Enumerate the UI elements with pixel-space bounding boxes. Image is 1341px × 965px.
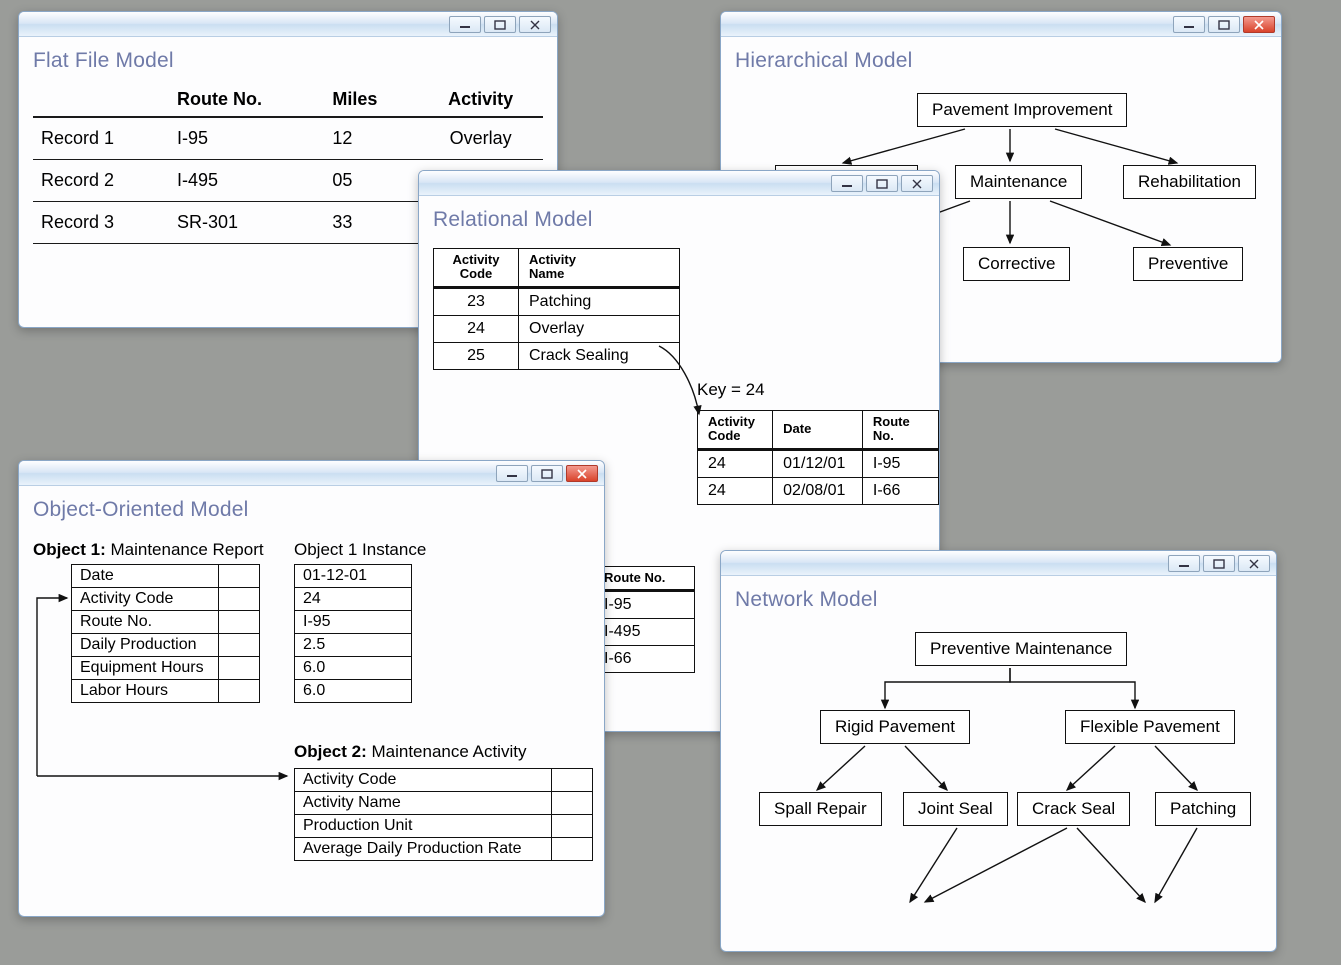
minimize-button[interactable] [496, 465, 528, 482]
col-activity-code: ActivityCode [434, 249, 519, 288]
titlebar [721, 12, 1281, 37]
instance-heading: Object 1 Instance [294, 540, 426, 560]
table-row: 23Patching [434, 287, 680, 315]
maximize-button[interactable] [1208, 16, 1240, 33]
col-activity-code: ActivityCode [698, 411, 773, 450]
ff-head-activity: Activity [418, 83, 543, 117]
close-button[interactable] [1243, 16, 1275, 33]
maximize-button[interactable] [866, 175, 898, 192]
close-button[interactable] [566, 465, 598, 482]
node-spall: Spall Repair [759, 792, 882, 826]
minimize-button[interactable] [1168, 555, 1200, 572]
obj1-instance: 01-12-01 24 I-95 2.5 6.0 6.0 [294, 564, 412, 703]
node-patching: Patching [1155, 792, 1251, 826]
table-row: I-495 [594, 619, 695, 646]
table-row: 24Overlay [434, 315, 680, 342]
node-root: Pavement Improvement [917, 93, 1127, 127]
route-table: Route No. I-95 I-495 I-66 [593, 566, 695, 673]
col-route: Route No. [862, 411, 938, 450]
close-button[interactable] [1238, 555, 1270, 572]
node-rigid: Rigid Pavement [820, 710, 970, 744]
table-row: 25Crack Sealing [434, 342, 680, 369]
node-flexible: Flexible Pavement [1065, 710, 1235, 744]
relational-title: Relational Model [433, 208, 925, 232]
titlebar [19, 461, 604, 486]
maximize-button[interactable] [531, 465, 563, 482]
flatfile-title: Flat File Model [33, 49, 543, 73]
col-activity-name: ActivityName [519, 249, 680, 288]
obj1-heading: Object 1: Maintenance Report [33, 540, 264, 560]
window-controls [449, 16, 551, 33]
table-row: 2401/12/01I-95 [698, 449, 939, 477]
ff-head-route: Route No. [169, 83, 324, 117]
table-row: Record 1I-9512Overlay [33, 117, 543, 160]
maximize-button[interactable] [1203, 555, 1235, 572]
window-controls [1168, 555, 1270, 572]
key-label: Key = 24 [697, 380, 765, 400]
col-date: Date [773, 411, 863, 450]
oo-title: Object-Oriented Model [33, 498, 590, 522]
table-row: 2402/08/01I-66 [698, 477, 939, 504]
network-title: Network Model [735, 588, 1262, 612]
titlebar [721, 551, 1276, 576]
object-oriented-window: Object-Oriented Model Object 1: Maintena… [18, 460, 605, 917]
node-maintenance: Maintenance [955, 165, 1082, 199]
event-table: ActivityCode Date Route No. 2401/12/01I-… [697, 410, 939, 505]
window-controls [1173, 16, 1275, 33]
window-controls [831, 175, 933, 192]
node-crackseal: Crack Seal [1017, 792, 1130, 826]
node-root: Preventive Maintenance [915, 632, 1127, 666]
obj1-fields: Date Activity Code Route No. Daily Produ… [71, 564, 260, 703]
maximize-button[interactable] [484, 16, 516, 33]
ff-head-blank [33, 83, 169, 117]
node-preventive: Preventive [1133, 247, 1243, 281]
node-corrective: Corrective [963, 247, 1070, 281]
network-window: Network Model Preventive Maintenance [720, 550, 1277, 952]
obj2-heading: Object 2: Maintenance Activity [294, 742, 526, 762]
node-jointseal: Joint Seal [903, 792, 1008, 826]
col-route: Route No. [594, 567, 695, 591]
ff-head-miles: Miles [324, 83, 418, 117]
node-rehabilitation: Rehabilitation [1123, 165, 1256, 199]
minimize-button[interactable] [1173, 16, 1205, 33]
obj2-fields: Activity Code Activity Name Production U… [294, 768, 593, 861]
activity-table: ActivityCode ActivityName 23Patching 24O… [433, 248, 680, 370]
table-row: I-66 [594, 646, 695, 673]
close-button[interactable] [519, 16, 551, 33]
hierarchical-title: Hierarchical Model [735, 49, 1267, 73]
minimize-button[interactable] [831, 175, 863, 192]
table-row: I-95 [594, 591, 695, 619]
titlebar [19, 12, 557, 37]
titlebar [419, 171, 939, 196]
window-controls [496, 465, 598, 482]
minimize-button[interactable] [449, 16, 481, 33]
close-button[interactable] [901, 175, 933, 192]
